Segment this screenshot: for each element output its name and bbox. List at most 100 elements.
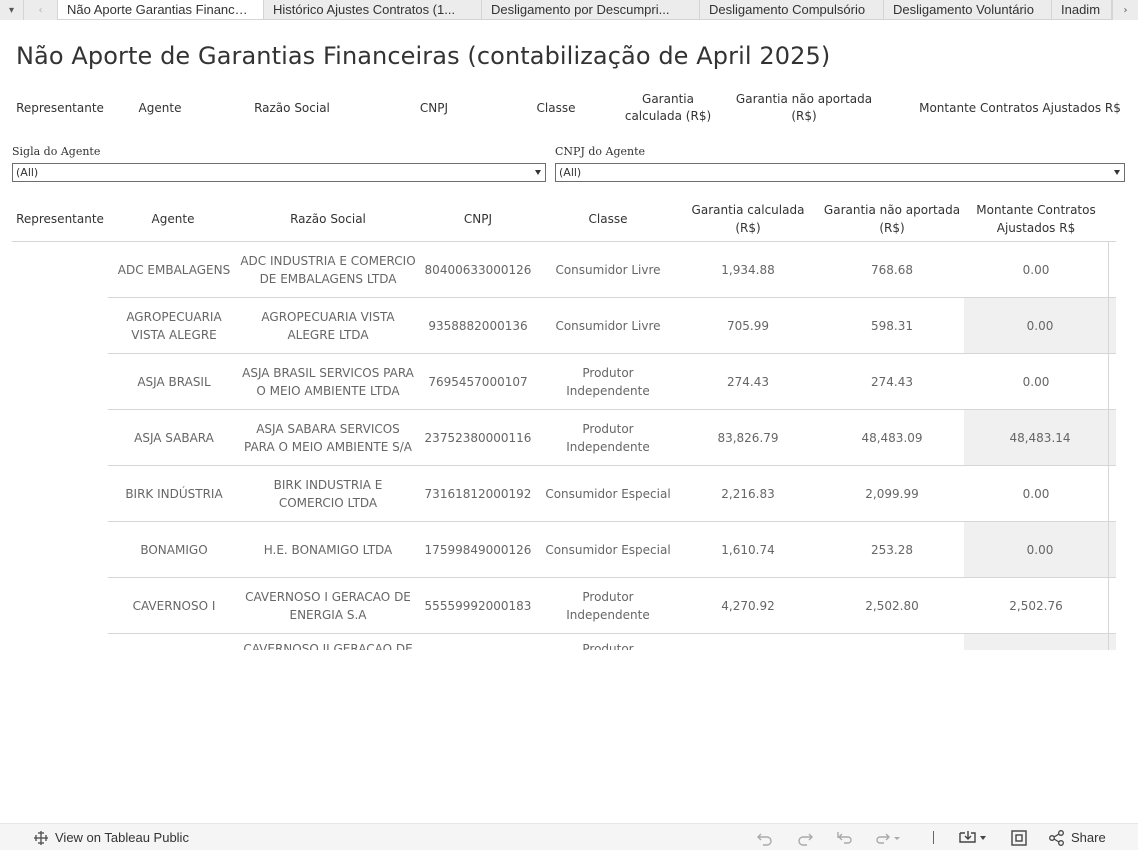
cell-cnpj: 9358882000136 bbox=[428, 318, 528, 333]
column-header-classe[interactable]: Classe bbox=[540, 200, 676, 238]
cell-cnpj bbox=[420, 634, 536, 650]
cell-cnpj: 17599849000126 bbox=[424, 542, 532, 557]
page-title: Não Aporte de Garantias Financeiras (con… bbox=[16, 42, 831, 70]
summary-header-cnpj: CNPJ bbox=[419, 100, 449, 115]
cell-cnpj: 55559992000183 bbox=[424, 598, 532, 613]
table-row: ADC EMBALAGENS ADC INDUSTRIA E COMERCIO … bbox=[108, 242, 1116, 298]
cell-garantia-calculada bbox=[680, 634, 816, 650]
cell-montante: 0.00 bbox=[964, 298, 1116, 353]
tab-bar: ▾ ‹ Não Aporte Garantias Financei... His… bbox=[0, 0, 1138, 20]
sigla-agente-dropdown[interactable]: (All) bbox=[12, 163, 546, 182]
cell-agente: BIRK INDÚSTRIA bbox=[125, 486, 223, 501]
redo-icon bbox=[798, 833, 813, 846]
column-header-representante[interactable]: Representante bbox=[12, 200, 108, 238]
cell-cnpj: 73161812000192 bbox=[424, 486, 532, 501]
summary-header-razao-social: Razão Social bbox=[254, 100, 330, 115]
cell-montante: 48,483.14 bbox=[964, 410, 1116, 465]
fullscreen-button[interactable] bbox=[1010, 824, 1028, 850]
share-button[interactable]: Share bbox=[1048, 824, 1106, 850]
tab-inadimplencia[interactable]: Inadim bbox=[1052, 0, 1112, 19]
column-header-montante[interactable]: Montante Contratos Ajustados R$ bbox=[966, 200, 1106, 238]
tab-desligamento-descumprimento[interactable]: Desligamento por Descumpri... bbox=[482, 0, 700, 19]
column-header-razao-social[interactable]: Razão Social bbox=[240, 200, 416, 238]
cell-agente: ASJA SABARA bbox=[134, 430, 214, 445]
table-row: CAVERNOSO II GERACAO DE Produtor bbox=[108, 634, 1116, 650]
cell-razao-social: H.E. BONAMIGO LTDA bbox=[263, 542, 393, 557]
cell-garantia-nao-aportada: 2,099.99 bbox=[865, 486, 919, 501]
cell-garantia-nao-aportada bbox=[822, 634, 962, 650]
cell-garantia-nao-aportada: 253.28 bbox=[871, 542, 913, 557]
tab-list: Não Aporte Garantias Financei... Históri… bbox=[58, 0, 1138, 19]
cell-cnpj: 23752380000116 bbox=[424, 430, 532, 445]
table-row: BIRK INDÚSTRIA BIRK INDUSTRIA E COMERCIO… bbox=[108, 466, 1116, 522]
dropdown-arrow-icon bbox=[535, 170, 541, 175]
cell-classe: Consumidor Livre bbox=[555, 318, 661, 333]
cell-garantia-nao-aportada: 598.31 bbox=[871, 318, 913, 333]
cell-razao-social: AGROPECUARIA VISTA ALEGRE LTDA bbox=[261, 309, 395, 342]
tab-desligamento-voluntario[interactable]: Desligamento Voluntário bbox=[884, 0, 1052, 19]
column-header-garantia-calculada[interactable]: Garantia calculada (R$) bbox=[680, 200, 816, 238]
cell-razao-social: ASJA BRASIL SERVICOS PARA O MEIO AMBIENT… bbox=[242, 365, 414, 398]
summary-header-garantia-calculada: Garantia calculada (R$) bbox=[624, 92, 712, 123]
cell-agente: CAVERNOSO I bbox=[132, 598, 216, 613]
filter-label-cnpj: CNPJ do Agente bbox=[555, 145, 646, 158]
cell-agente: BONAMIGO bbox=[140, 542, 208, 557]
tab-menu-button[interactable]: ▾ bbox=[0, 0, 24, 20]
cell-razao-social: ADC INDUSTRIA E COMERCIO DE EMBALAGENS L… bbox=[240, 253, 416, 286]
cell-garantia-nao-aportada: 274.43 bbox=[871, 374, 913, 389]
summary-header-garantia-nao-aportada: Garantia não aportada (R$) bbox=[735, 92, 873, 123]
cell-garantia-calculada: 705.99 bbox=[727, 318, 769, 333]
cell-montante: 0.00 bbox=[1022, 486, 1050, 501]
undo-button[interactable] bbox=[756, 824, 774, 850]
tab-scroll-right-button[interactable]: › bbox=[1112, 0, 1138, 20]
cell-garantia-nao-aportada: 768.68 bbox=[871, 262, 913, 277]
tab-nao-aporte[interactable]: Não Aporte Garantias Financei... bbox=[58, 0, 264, 19]
redo-button[interactable] bbox=[796, 824, 814, 850]
revert-icon bbox=[837, 831, 852, 844]
cell-montante: 0.00 bbox=[964, 522, 1116, 577]
share-icon bbox=[1049, 829, 1064, 846]
view-on-tableau-public-link[interactable]: View on Tableau Public bbox=[32, 824, 189, 850]
table-row: BONAMIGO H.E. BONAMIGO LTDA 175998490001… bbox=[108, 522, 1116, 578]
cell-agente: ASJA BRASIL bbox=[137, 374, 211, 389]
cell-garantia-calculada: 1,934.88 bbox=[721, 262, 775, 277]
share-label: Share bbox=[1071, 830, 1106, 845]
cell-classe: Produtor Independente bbox=[566, 421, 650, 454]
download-button[interactable] bbox=[958, 824, 990, 850]
summary-header-agente: Agente bbox=[138, 100, 182, 115]
column-header-agente[interactable]: Agente bbox=[118, 200, 228, 238]
cell-razao-social: ASJA SABARA SERVICOS PARA O MEIO AMBIENT… bbox=[243, 421, 413, 454]
sigla-agente-value: (All) bbox=[16, 166, 39, 179]
cnpj-agente-value: (All) bbox=[559, 166, 582, 179]
cell-razao-social: CAVERNOSO II GERACAO DE bbox=[243, 642, 413, 650]
table-body[interactable]: ADC EMBALAGENS ADC INDUSTRIA E COMERCIO … bbox=[0, 242, 1138, 650]
column-header-garantia-nao-aportada[interactable]: Garantia não aportada (R$) bbox=[822, 200, 962, 238]
tab-scroll-left-button[interactable]: ‹ bbox=[24, 0, 58, 20]
cell-agente: ADC EMBALAGENS bbox=[117, 262, 231, 277]
table-row: CAVERNOSO I CAVERNOSO I GERACAO DE ENERG… bbox=[108, 578, 1116, 634]
cell-cnpj: 80400633000126 bbox=[424, 262, 532, 277]
download-icon bbox=[959, 830, 986, 843]
tableau-icon bbox=[34, 830, 48, 845]
fullscreen-icon bbox=[1011, 829, 1027, 846]
dropdown-arrow-icon bbox=[1114, 170, 1120, 175]
cell-classe: Consumidor Livre bbox=[555, 262, 661, 277]
cnpj-agente-dropdown[interactable]: (All) bbox=[555, 163, 1125, 182]
tab-desligamento-compulsorio[interactable]: Desligamento Compulsório bbox=[700, 0, 884, 19]
cell-montante bbox=[964, 634, 1116, 650]
table-row: ASJA SABARA ASJA SABARA SERVICOS PARA O … bbox=[108, 410, 1116, 466]
cell-garantia-calculada: 4,270.92 bbox=[721, 598, 775, 613]
refresh-button[interactable] bbox=[874, 824, 902, 850]
cell-garantia-nao-aportada: 2,502.80 bbox=[865, 598, 919, 613]
table-right-border bbox=[1108, 242, 1109, 650]
cell-classe: Produtor Independente bbox=[566, 589, 650, 622]
table-row: ASJA BRASIL ASJA BRASIL SERVICOS PARA O … bbox=[108, 354, 1116, 410]
tab-historico-ajustes[interactable]: Histórico Ajustes Contratos (1... bbox=[264, 0, 482, 19]
cell-montante: 0.00 bbox=[1022, 374, 1050, 389]
summary-header-classe: Classe bbox=[536, 100, 576, 115]
cell-cnpj: 7695457000107 bbox=[428, 374, 528, 389]
refresh-icon bbox=[876, 833, 900, 844]
revert-button[interactable] bbox=[836, 824, 854, 850]
column-header-cnpj[interactable]: CNPJ bbox=[420, 200, 536, 238]
undo-icon bbox=[757, 833, 772, 846]
